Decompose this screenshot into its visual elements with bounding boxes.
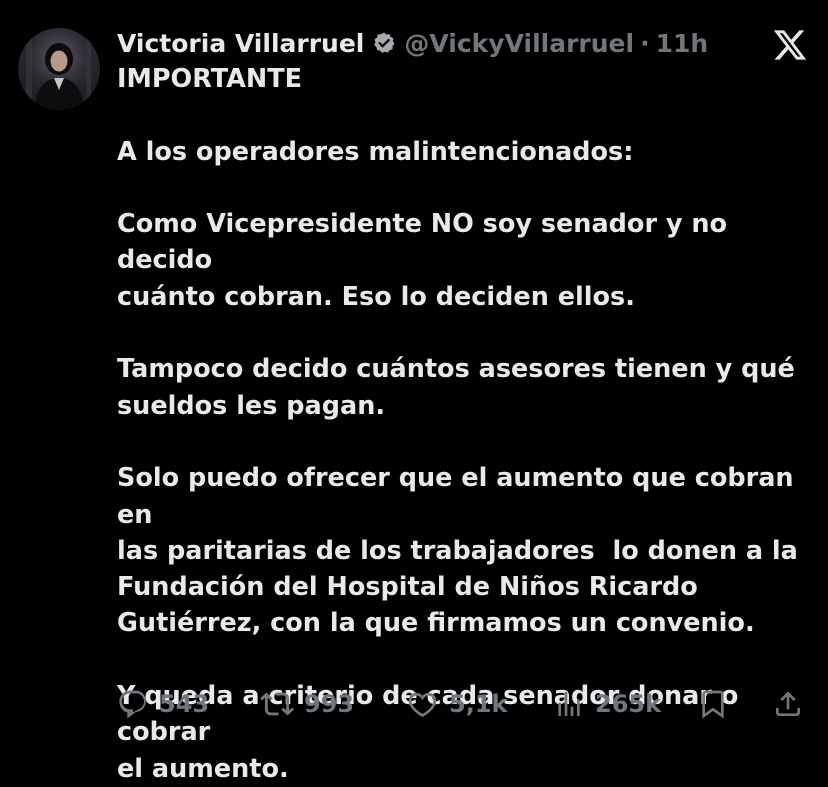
bookmark-button[interactable] — [697, 684, 729, 724]
share-button[interactable] — [772, 684, 804, 724]
avatar-portrait — [26, 36, 91, 110]
repost-button[interactable]: 993 — [260, 684, 354, 724]
author-handle[interactable]: @VickyVillarruel — [404, 29, 634, 58]
like-count: 5,1k — [449, 690, 508, 718]
reply-count: 543 — [159, 690, 210, 718]
heart-icon — [408, 692, 437, 717]
repost-count: 993 — [304, 690, 355, 718]
post-time[interactable]: 11h — [656, 29, 709, 58]
tweet-header: Victoria Villarruel @VickyVillarruel · 1… — [117, 26, 768, 60]
repost-icon — [260, 692, 294, 716]
views-chart-icon — [558, 692, 580, 716]
x-logo-icon[interactable] — [772, 27, 808, 63]
views-count: 265k — [595, 690, 662, 718]
tweet-actions: 543 993 5,1k 265k — [117, 684, 806, 724]
views-button[interactable]: 265k — [553, 684, 661, 724]
author-avatar[interactable] — [18, 28, 100, 110]
like-button[interactable]: 5,1k — [406, 684, 507, 724]
separator-dot: · — [640, 28, 650, 58]
reply-icon — [119, 690, 146, 719]
verified-badge-icon — [374, 32, 395, 53]
reply-button[interactable]: 543 — [117, 684, 209, 724]
share-icon — [776, 691, 800, 716]
author-name[interactable]: Victoria Villarruel — [117, 29, 364, 58]
tweet-text: IMPORTANTE A los operadores malintencion… — [117, 64, 798, 784]
bookmark-icon — [702, 690, 724, 719]
